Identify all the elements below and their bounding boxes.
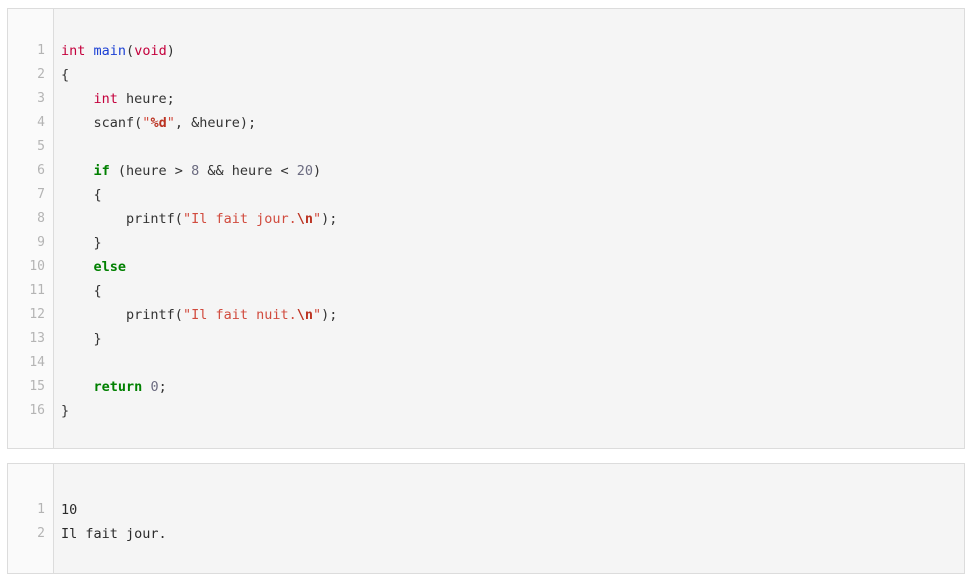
line-number: 1 — [37, 502, 45, 517]
token-paren-close: ) — [166, 43, 175, 59]
token-paren-close: ) — [313, 163, 322, 179]
token-brace-open: { — [61, 187, 102, 203]
token-brace-open: { — [61, 67, 70, 83]
token-call-printf: printf( — [126, 211, 183, 227]
line-number: 4 — [37, 115, 45, 130]
token-escape-newline: \n — [296, 211, 314, 227]
token-brace-close: } — [61, 331, 102, 347]
code-editor-panel[interactable]: 1 2 3 4 5 6 7 8 9 10 11 12 13 14 15 16 i… — [7, 8, 965, 449]
code-line-12: printf("Il fait nuit.\n"); — [61, 303, 964, 327]
line-number: 15 — [29, 379, 45, 394]
token-string-quote: " — [166, 115, 175, 131]
token-arg-heure: , &heure); — [174, 115, 257, 131]
line-number: 12 — [29, 307, 45, 322]
token-paren-open: ( — [126, 43, 135, 59]
token-call-printf: printf( — [126, 307, 183, 323]
code-line-9: } — [61, 231, 964, 255]
token-string-quote: " — [313, 307, 322, 323]
token-keyword-else: else — [93, 259, 127, 275]
code-line-10: else — [61, 255, 964, 279]
token-string-quote: " — [182, 211, 192, 227]
token-keyword-if: if — [93, 163, 110, 179]
code-line-6: if (heure > 8 && heure < 20) — [61, 159, 964, 183]
token-string-quote: " — [313, 211, 322, 227]
line-number: 3 — [37, 91, 45, 106]
token-function-main: main — [93, 43, 127, 59]
code-line-2: { — [61, 63, 964, 87]
editor-code-area[interactable]: int main(void) { int heure; scanf("%d", … — [54, 9, 964, 448]
code-line-16: } — [61, 399, 964, 423]
token-semicolon: ; — [158, 379, 167, 395]
token-brace-open: { — [61, 283, 102, 299]
token-brace-close: } — [61, 403, 70, 419]
token-number-8: 8 — [191, 163, 200, 179]
token-type-int: int — [93, 91, 118, 107]
line-number: 11 — [29, 283, 45, 298]
token-escape-newline: \n — [296, 307, 314, 323]
line-number: 2 — [37, 526, 45, 541]
token-condition-part-a: (heure > — [109, 163, 192, 179]
line-number: 8 — [37, 211, 45, 226]
line-number: 1 — [37, 43, 45, 58]
line-number: 13 — [29, 331, 45, 346]
token-format-specifier: %d — [150, 115, 167, 131]
line-number: 7 — [37, 187, 45, 202]
token-type-void: void — [134, 43, 167, 59]
code-line-4: scanf("%d", &heure); — [61, 111, 964, 135]
token-number-0: 0 — [150, 379, 159, 395]
token-identifier-heure: heure; — [117, 91, 175, 107]
token-keyword-return: return — [93, 379, 143, 395]
token-type-int: int — [61, 43, 86, 59]
token-call-scanf: scanf( — [93, 115, 143, 131]
code-line-13: } — [61, 327, 964, 351]
token-call-end: ); — [321, 307, 338, 323]
token-brace-close: } — [61, 235, 102, 251]
output-line-2: Il fait jour. — [61, 526, 167, 542]
code-line-8: printf("Il fait jour.\n"); — [61, 207, 964, 231]
token-number-20: 20 — [296, 163, 314, 179]
line-number: 14 — [29, 355, 45, 370]
line-number: 6 — [37, 163, 45, 178]
token-string-body: Il fait nuit. — [191, 307, 297, 323]
code-line-5-empty — [61, 135, 964, 159]
token-string-quote: " — [182, 307, 192, 323]
code-line-7: { — [61, 183, 964, 207]
output-line-1: 10 — [61, 502, 78, 518]
line-number: 16 — [29, 403, 45, 418]
line-number: 10 — [29, 259, 45, 274]
line-number: 2 — [37, 67, 45, 82]
token-condition-part-b: && heure < — [199, 163, 297, 179]
line-number: 9 — [37, 235, 45, 250]
code-line-1: int main(void) — [61, 39, 964, 63]
code-line-15: return 0; — [61, 375, 964, 399]
token-call-end: ); — [321, 211, 338, 227]
line-number: 5 — [37, 139, 45, 154]
token-string-body: Il fait jour. — [191, 211, 297, 227]
program-output-panel[interactable]: 1 2 10 Il fait jour. — [7, 463, 965, 574]
output-line-number-gutter: 1 2 — [8, 464, 54, 573]
code-line-14-empty — [61, 351, 964, 375]
code-line-11: { — [61, 279, 964, 303]
editor-line-number-gutter: 1 2 3 4 5 6 7 8 9 10 11 12 13 14 15 16 — [8, 9, 54, 448]
page-root: 1 2 3 4 5 6 7 8 9 10 11 12 13 14 15 16 i… — [0, 0, 973, 581]
output-text-area[interactable]: 10 Il fait jour. — [54, 464, 964, 573]
code-line-3: int heure; — [61, 87, 964, 111]
